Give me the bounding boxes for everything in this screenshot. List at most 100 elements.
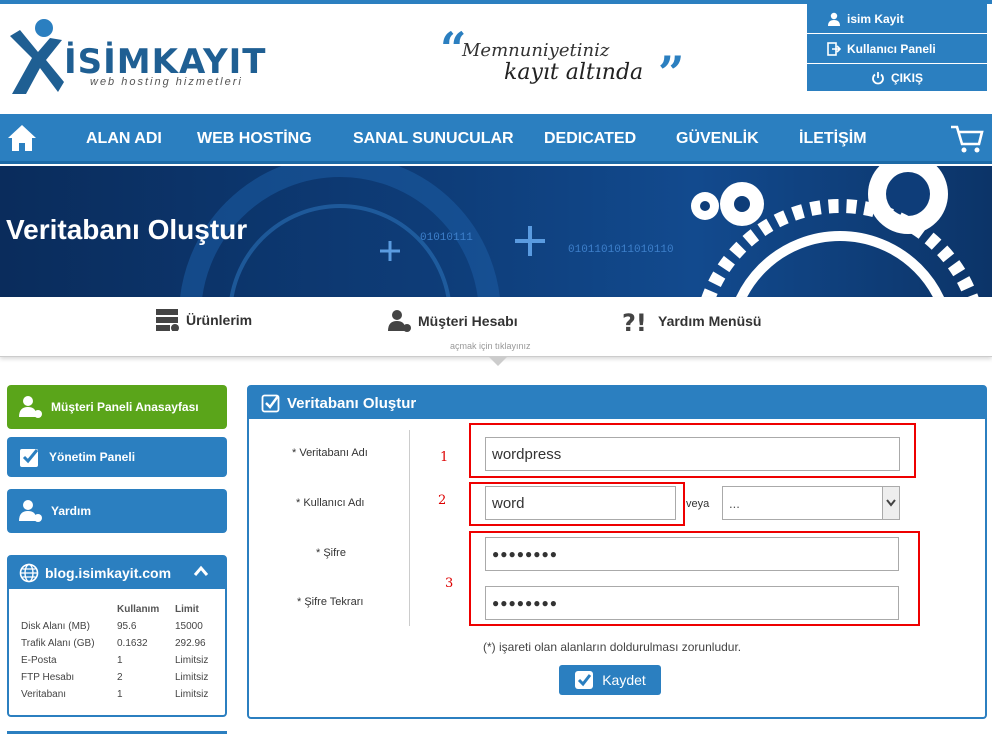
logo-tagline: web hosting hizmetleri	[90, 76, 243, 88]
page-title: Veritabanı Oluştur	[6, 214, 248, 245]
cell: 15000	[175, 621, 203, 632]
sign-in-icon	[827, 41, 841, 56]
table-row: Trafik Alanı (GB) 0.1632 292.96	[21, 635, 208, 652]
submenu-urunlerim[interactable]: Ürünlerim	[156, 309, 252, 331]
nav-item-web-hosting[interactable]: WEB HOSTİNG	[197, 130, 312, 148]
nav-item-alan-adi[interactable]: ALAN ADI	[86, 130, 162, 148]
checkbox-icon	[20, 449, 39, 467]
username-select-value: ...	[729, 495, 740, 511]
usage-panel-header[interactable]: blog.isimkayit.com	[9, 557, 225, 589]
annotation-number-1: 1	[440, 450, 449, 465]
logo[interactable]: İSİMKAYIT web hosting hizmetleri	[6, 18, 266, 100]
home-icon[interactable]	[6, 122, 38, 154]
table-row: E-Posta 1 Limitsiz	[21, 652, 208, 669]
usage-table-header: Kullanım Limit	[21, 601, 208, 618]
sidebar-item-label: Yönetim Paneli	[49, 450, 136, 464]
sidebar-item-yonetim-paneli[interactable]: Yönetim Paneli	[7, 437, 227, 477]
nav-item-iletisim[interactable]: İLETİŞİM	[799, 130, 867, 148]
submenu-hint: açmak için tıklayınız	[450, 341, 531, 351]
submenu-musteri-hesabi[interactable]: Müşteri Hesabı	[388, 309, 518, 333]
usage-col-kullanim: Kullanım	[117, 604, 160, 615]
cell: E-Posta	[21, 655, 57, 666]
submenu-toggle-arrow[interactable]	[488, 356, 508, 366]
page-banner: 0101101011010110 01010111 Veritabanı Olu…	[0, 166, 992, 297]
cell: 1	[117, 689, 123, 700]
user-panel-label: Kullanıcı Paneli	[847, 41, 936, 56]
sidebar-item-yardim[interactable]: Yardım	[7, 489, 227, 533]
username-select[interactable]: ...	[722, 486, 900, 520]
sidebar: Müşteri Paneli Anasayfası Yönetim Paneli…	[7, 385, 227, 541]
password-label: * Şifre	[316, 547, 346, 559]
user-menu: isim Kayit Kullanıcı Paneli ÇIKIŞ	[807, 4, 987, 92]
db-name-input[interactable]: wordpress	[485, 437, 900, 471]
user-icon	[828, 12, 840, 26]
power-icon	[872, 71, 884, 84]
cart-icon[interactable]	[950, 124, 984, 154]
logout-button[interactable]: ÇIKIŞ	[807, 64, 987, 92]
username-input[interactable]: word	[485, 486, 676, 520]
usage-panel: blog.isimkayit.com Kullanım Limit Disk A…	[7, 555, 227, 717]
logout-label: ÇIKIŞ	[890, 70, 923, 85]
user-help-icon	[19, 500, 42, 522]
chevron-down-icon[interactable]	[882, 487, 899, 519]
nav-item-sanal-sunucular[interactable]: SANAL SUNUCULAR	[353, 130, 514, 148]
panel-title: Veritabanı Oluştur	[287, 394, 417, 412]
svg-text:01010111: 01010111	[420, 232, 473, 244]
nav-item-guvenlik[interactable]: GÜVENLİK	[676, 130, 759, 148]
user-settings-icon	[19, 396, 42, 418]
sidebar-item-musteri-paneli[interactable]: Müşteri Paneli Anasayfası	[7, 385, 227, 429]
server-list-icon	[156, 309, 179, 331]
annotation-number-3: 3	[445, 576, 454, 591]
user-name: isim Kayit	[847, 11, 904, 26]
cell: Disk Alanı (MB)	[21, 621, 90, 632]
sidebar-item-label: Yardım	[51, 504, 92, 518]
logo-figure-icon	[10, 19, 64, 94]
password-input[interactable]: ●●●●●●●●	[485, 537, 899, 571]
globe-icon	[19, 563, 39, 583]
chevron-up-icon[interactable]	[193, 565, 209, 577]
help-question-icon: ?!	[622, 309, 647, 333]
usage-col-limit: Limit	[175, 604, 199, 615]
cell: FTP Hesabı	[21, 672, 75, 683]
slogan-line-1: Memnuniyetiniz	[462, 40, 610, 61]
save-check-icon	[575, 671, 594, 689]
save-label: Kaydet	[602, 672, 646, 688]
slogan-line-2: kayıt altında	[504, 60, 644, 85]
password-repeat-input[interactable]: ●●●●●●●●	[485, 586, 899, 620]
submenu-urunlerim-label: Ürünlerim	[186, 312, 253, 328]
user-name-row[interactable]: isim Kayit	[807, 4, 987, 34]
slogan-quote-close: ”	[658, 46, 685, 100]
usage-panel-title: blog.isimkayit.com	[45, 565, 172, 581]
form-divider	[409, 430, 410, 626]
usage-table: Kullanım Limit Disk Alanı (MB) 95.6 15000 …	[21, 601, 208, 703]
password-repeat-label: * Şifre Tekrarı	[297, 596, 364, 608]
sidebar-item-label: Müşteri Paneli Anasayfası	[51, 400, 199, 414]
slogan: “ Memnuniyetiniz kayıt altında ”	[440, 22, 684, 100]
cell: Limitsiz	[175, 655, 209, 666]
usage-col-name	[21, 601, 117, 618]
annotation-number-2: 2	[438, 493, 447, 508]
cell: Limitsiz	[175, 689, 209, 700]
cell: 0.1632	[117, 638, 148, 649]
table-row: Veritabanı 1 Limitsiz	[21, 686, 208, 703]
submenu-musteri-hesabi-label: Müşteri Hesabı	[418, 313, 518, 329]
cell: 95.6	[117, 621, 137, 632]
db-name-label: * Veritabanı Adı	[292, 447, 368, 459]
table-row: Disk Alanı (MB) 95.6 15000	[21, 618, 208, 635]
cell: Limitsiz	[175, 672, 209, 683]
or-label: veya	[686, 498, 710, 510]
table-row: FTP Hesabı 2 Limitsiz	[21, 669, 208, 686]
svg-text:0101101011010110: 0101101011010110	[568, 244, 674, 256]
user-panel-link[interactable]: Kullanıcı Paneli	[807, 34, 987, 64]
submenu-yardim-menusu-label: Yardım Menüsü	[658, 313, 762, 329]
nav-item-dedicated[interactable]: DEDICATED	[544, 130, 636, 148]
svg-text:?!: ?!	[622, 309, 647, 333]
cell: 1	[117, 655, 123, 666]
panel-header: Veritabanı Oluştur	[249, 387, 985, 419]
cell: Trafik Alanı (GB)	[21, 638, 95, 649]
save-button[interactable]: Kaydet	[559, 665, 661, 695]
checkbox-icon	[261, 394, 280, 413]
cell: Veritabanı	[21, 689, 67, 700]
required-note: (*) işareti olan alanların doldurulması …	[483, 640, 742, 654]
submenu-yardim-menusu[interactable]: ?! Yardım Menüsü	[622, 309, 761, 333]
